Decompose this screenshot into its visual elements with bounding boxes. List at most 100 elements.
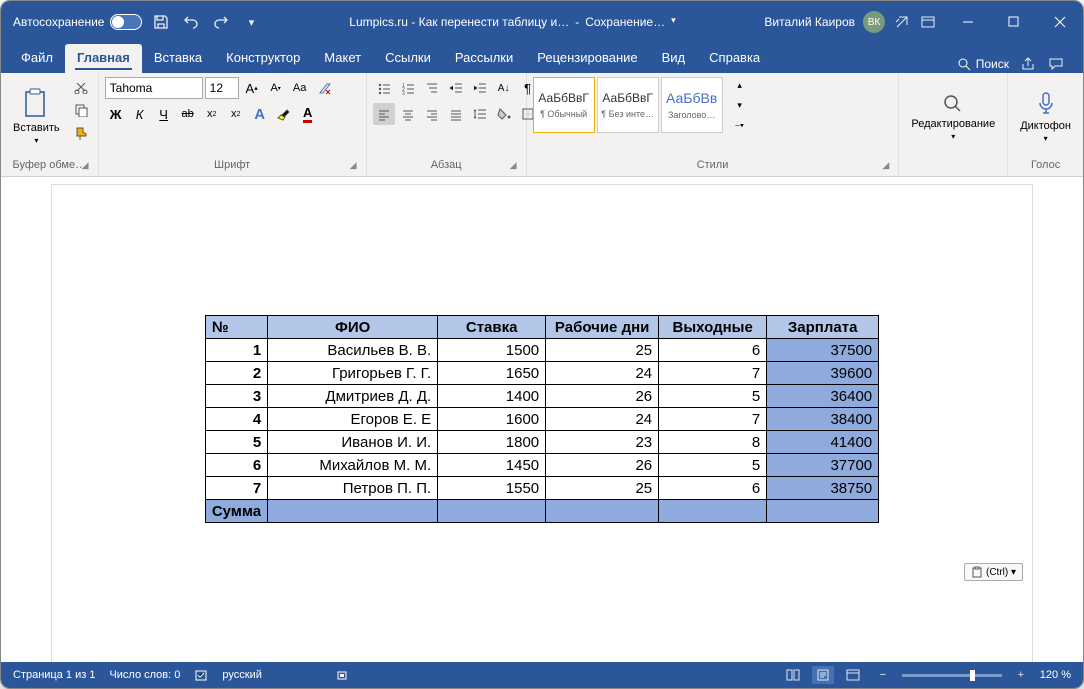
undo-icon[interactable] [182,13,200,31]
underline-button[interactable]: Ч [153,103,175,125]
group-label-editing [905,156,1001,174]
align-left-icon[interactable] [373,103,395,125]
read-mode-icon[interactable] [782,666,804,684]
tab-layout[interactable]: Макет [312,44,373,73]
table-row[interactable]: 1Васильев В. В.150025637500 [205,339,878,362]
minimize-button[interactable] [945,1,991,43]
highlight-icon[interactable] [273,103,295,125]
format-painter-icon[interactable] [70,122,92,143]
shading-icon[interactable] [493,103,515,125]
autosave-toggle[interactable]: Автосохранение [13,14,142,30]
page-indicator[interactable]: Страница 1 из 1 [13,669,95,681]
styles-launcher-icon[interactable]: ◢ [882,160,894,172]
style-item[interactable]: АаБбВвГ¶ Без инте… [597,77,659,133]
bold-button[interactable]: Ж [105,103,127,125]
table-header[interactable]: № [205,316,267,339]
align-center-icon[interactable] [397,103,419,125]
qat-more-icon[interactable]: ▾ [242,13,260,31]
tab-file[interactable]: Файл [9,44,65,73]
tab-mailings[interactable]: Рассылки [443,44,525,73]
paste-button[interactable]: Вставить ▾ [7,77,66,155]
close-button[interactable] [1037,1,1083,43]
table-row[interactable]: 7Петров П. П.155025638750 [205,477,878,500]
tab-home[interactable]: Главная [65,44,142,73]
copy-icon[interactable] [70,100,92,121]
numbering-icon[interactable]: 123 [397,77,419,99]
tab-references[interactable]: Ссылки [373,44,443,73]
multilevel-icon[interactable] [421,77,443,99]
document-area[interactable]: №ФИОСтавкаРабочие дниВыходныеЗарплата 1В… [1,177,1083,662]
font-launcher-icon[interactable]: ◢ [350,160,362,172]
style-item[interactable]: АаБбВвЗаголово… [661,77,723,133]
table-row[interactable]: 6Михайлов М. М.145026537700 [205,454,878,477]
font-color-icon[interactable]: A [297,103,319,125]
toggle-off-icon[interactable] [110,14,142,30]
table-sum-row[interactable]: Сумма [205,500,878,523]
zoom-in-icon[interactable]: + [1010,666,1032,684]
redo-icon[interactable] [212,13,230,31]
paste-options-smart-tag[interactable]: (Ctrl) ▾ [964,563,1023,581]
word-count[interactable]: Число слов: 0 [109,669,180,681]
table-header[interactable]: Ставка [438,316,546,339]
clear-format-icon[interactable] [313,77,335,99]
autosave-label: Автосохранение [13,15,104,29]
zoom-slider[interactable] [902,674,1002,677]
save-icon[interactable] [152,13,170,31]
table-header[interactable]: Выходные [659,316,767,339]
share-icon[interactable] [1019,55,1037,73]
justify-icon[interactable] [445,103,467,125]
web-layout-icon[interactable] [842,666,864,684]
table-row[interactable]: 2Григорьев Г. Г.165024739600 [205,362,878,385]
increase-indent-icon[interactable] [469,77,491,99]
table-row[interactable]: 5Иванов И. И.180023841400 [205,431,878,454]
ribbon-mode-icon[interactable] [919,13,937,31]
align-right-icon[interactable] [421,103,443,125]
line-spacing-icon[interactable] [469,103,491,125]
subscript-icon[interactable]: x2 [201,103,223,125]
maximize-button[interactable] [991,1,1037,43]
cut-icon[interactable] [70,77,92,98]
table-row[interactable]: 3Дмитриев Д. Д.140026536400 [205,385,878,408]
clipboard-launcher-icon[interactable]: ◢ [82,160,94,172]
tab-insert[interactable]: Вставка [142,44,214,73]
change-case-icon[interactable]: Aa [289,77,311,99]
data-table[interactable]: №ФИОСтавкаРабочие дниВыходныеЗарплата 1В… [205,315,879,523]
decrease-indent-icon[interactable] [445,77,467,99]
styles-up-icon[interactable]: ▴ [729,77,751,93]
tab-help[interactable]: Справка [697,44,772,73]
grow-font-icon[interactable]: A▴ [241,77,263,99]
comments-icon[interactable] [1047,55,1065,73]
sort-icon[interactable]: A↓ [493,77,515,99]
spell-check-icon[interactable] [194,668,208,682]
tab-view[interactable]: Вид [650,44,698,73]
styles-down-icon[interactable]: ▾ [729,97,751,113]
font-size-combo[interactable] [205,77,239,99]
style-item[interactable]: АаБбВвГ¶ Обычный [533,77,595,133]
table-header[interactable]: ФИО [268,316,438,339]
table-row[interactable]: 4Егоров Е. Е160024738400 [205,408,878,431]
superscript-icon[interactable]: x2 [225,103,247,125]
bullets-icon[interactable] [373,77,395,99]
styles-more-icon[interactable]: ⎯▾ [729,117,751,133]
font-name-combo[interactable] [105,77,203,99]
text-effects-icon[interactable]: A [249,103,271,125]
coming-soon-icon[interactable] [893,13,911,31]
search-box[interactable]: Поиск [957,57,1009,71]
italic-button[interactable]: К [129,103,151,125]
tab-design[interactable]: Конструктор [214,44,312,73]
style-gallery[interactable]: АаБбВвГ¶ ОбычныйАаБбВвГ¶ Без инте…АаБбВв… [533,77,723,133]
language-indicator[interactable]: русский [222,669,261,681]
table-header[interactable]: Рабочие дни [546,316,659,339]
shrink-font-icon[interactable]: A▾ [265,77,287,99]
table-header[interactable]: Зарплата [767,316,879,339]
zoom-level[interactable]: 120 % [1040,669,1071,681]
zoom-out-icon[interactable]: − [872,666,894,684]
tab-review[interactable]: Рецензирование [525,44,649,73]
macro-record-icon[interactable] [336,668,350,682]
dictate-button[interactable]: Диктофон ▾ [1014,77,1077,155]
editing-button[interactable]: Редактирование ▾ [905,77,1001,155]
strike-button[interactable]: ab [177,103,199,125]
paragraph-launcher-icon[interactable]: ◢ [510,160,522,172]
print-layout-icon[interactable] [812,666,834,684]
avatar[interactable]: ВК [863,11,885,33]
